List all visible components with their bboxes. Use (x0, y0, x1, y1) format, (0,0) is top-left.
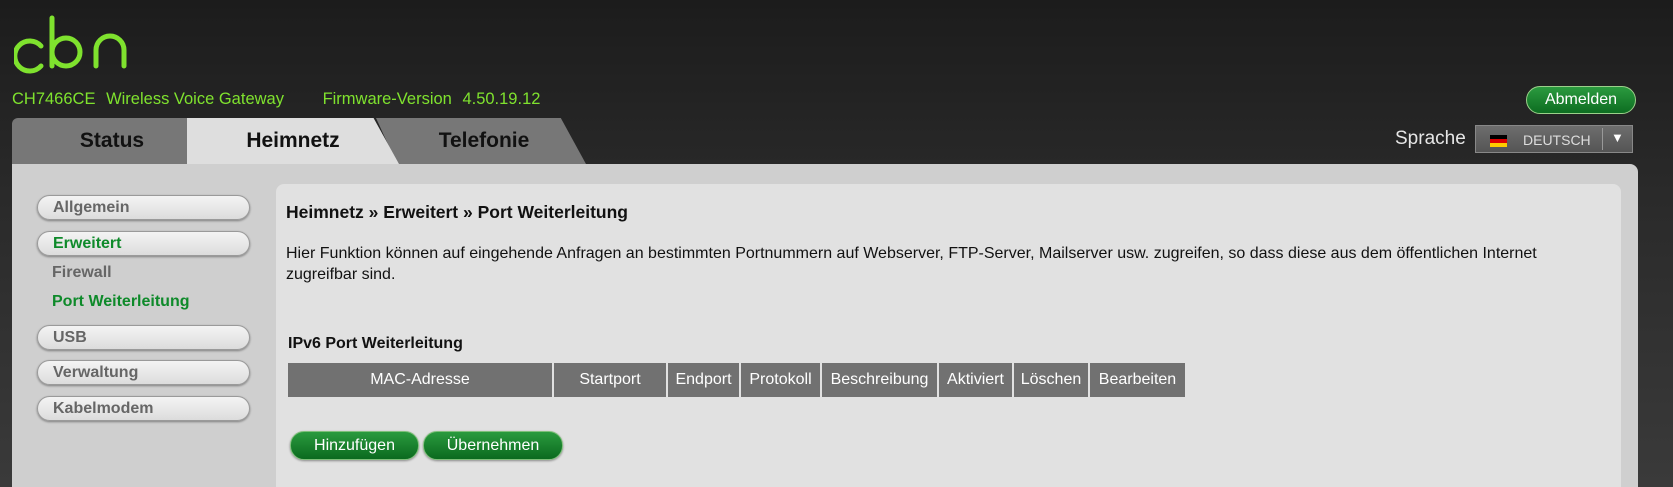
page-description: Hier Funktion können auf eingehende Anfr… (286, 245, 1537, 283)
column-header-loeschen: Löschen (1014, 363, 1088, 397)
chevron-down-icon: ▼ (1611, 130, 1624, 145)
column-header-startport: Startport (554, 363, 666, 397)
sidebar-item-erweitert[interactable]: Erweitert (37, 231, 250, 256)
add-button[interactable]: Hinzufügen (290, 431, 419, 460)
column-header-mac: MAC-Adresse (288, 363, 552, 397)
product-name: Wireless Voice Gateway (106, 90, 284, 108)
german-flag-icon (1490, 135, 1507, 147)
tab-heimnetz[interactable]: Heimnetz (187, 118, 399, 164)
tab-status-label: Status (79, 129, 145, 152)
content-area: Heimnetz » Erweitert » Port Weiterleitun… (276, 184, 1621, 487)
tab-telefonie-label: Telefonie (438, 129, 530, 152)
sidebar-item-usb[interactable]: USB (37, 325, 250, 350)
column-header-beschreibung: Beschreibung (822, 363, 937, 397)
sidebar-subitem-port-weiterleitung[interactable]: Port Weiterleitung (52, 293, 190, 311)
column-header-protokoll: Protokoll (741, 363, 820, 397)
language-selected: DEUTSCH (1523, 132, 1591, 148)
model-name: CH7466CE (12, 90, 96, 108)
section-title: IPv6 Port Weiterleitung (288, 335, 463, 352)
main-tabs: Status Telefonie Heimnetz (12, 118, 612, 164)
sidebar-item-allgemein[interactable]: Allgemein (37, 195, 250, 220)
tab-heimnetz-label: Heimnetz (246, 129, 340, 152)
language-label: Sprache (1395, 128, 1466, 149)
device-info: CH7466CE Wireless Voice Gateway Firmware… (12, 90, 546, 109)
apply-button[interactable]: Übernehmen (423, 431, 563, 460)
column-header-bearbeiten: Bearbeiten (1090, 363, 1185, 397)
column-header-aktiviert: Aktiviert (939, 363, 1012, 397)
breadcrumb: Heimnetz » Erweitert » Port Weiterleitun… (286, 202, 628, 222)
firmware-label: Firmware-Version (322, 90, 452, 108)
sidebar-subitem-firewall[interactable]: Firewall (52, 264, 112, 282)
firmware-value: 4.50.19.12 (462, 90, 541, 108)
sidebar-item-verwaltung[interactable]: Verwaltung (37, 360, 250, 385)
tab-telefonie[interactable]: Telefonie (376, 118, 586, 164)
column-header-endport: Endport (668, 363, 739, 397)
language-select[interactable]: DEUTSCH ▼ (1475, 125, 1633, 153)
sidebar-item-kabelmodem[interactable]: Kabelmodem (37, 396, 250, 421)
tab-status[interactable]: Status (12, 118, 212, 164)
language-divider (1602, 128, 1603, 150)
cbn-logo (14, 15, 127, 74)
logout-button[interactable]: Abmelden (1526, 86, 1636, 114)
